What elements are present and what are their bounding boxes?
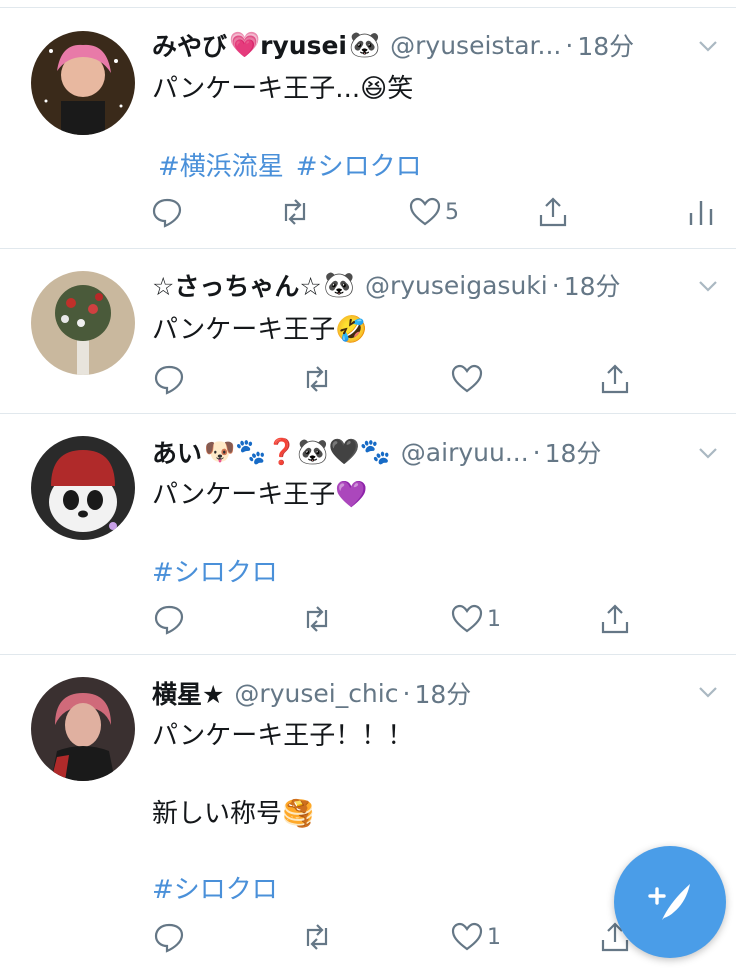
like-button[interactable]	[450, 359, 484, 399]
hashtag-link[interactable]: #シロクロ	[296, 152, 422, 182]
chevron-down-icon[interactable]	[696, 680, 720, 704]
chevron-down-icon[interactable]	[696, 441, 720, 465]
handle[interactable]: @airyuu...	[401, 438, 529, 467]
separator-dot: ·	[532, 437, 541, 467]
hashtag-row: #横浜流星 #シロクロ	[158, 146, 434, 183]
heart-icon	[451, 364, 483, 393]
avatar[interactable]	[31, 436, 135, 540]
retweet-icon	[306, 366, 328, 392]
tweet-header: ☆さっちゃん☆ 🐼 @ryuseigasuki · 18分	[152, 268, 716, 302]
action-bar: 5	[150, 192, 716, 232]
display-name[interactable]: ☆さっちゃん☆	[152, 268, 322, 302]
tweet-text: パンケーキ王子...😆笑	[152, 74, 414, 104]
retweet-icon	[284, 199, 306, 225]
handle[interactable]: @ryuseigasuki	[365, 271, 548, 300]
timestamp: 18分	[563, 272, 621, 301]
timestamp: 18分	[414, 680, 472, 709]
separator-dot: ·	[565, 30, 574, 60]
hashtag-row: #シロクロ	[152, 552, 290, 589]
hashtag-link[interactable]: #シロクロ	[152, 875, 278, 905]
share-button[interactable]	[598, 359, 632, 399]
reply-icon	[154, 605, 184, 635]
share-icon	[539, 197, 567, 227]
timestamp: 18分	[577, 32, 635, 61]
heart-icon	[451, 604, 483, 633]
share-icon	[601, 364, 629, 394]
like-count: 1	[487, 606, 501, 632]
avatar[interactable]	[31, 31, 135, 135]
chevron-down-icon[interactable]	[696, 34, 720, 58]
tweet-text: パンケーキ王子！！！	[152, 721, 414, 751]
tweet[interactable]: あい 🐶🐾❓🐼🖤🐾 @airyuu... · 18分 パンケーキ王子💜 #シロク…	[0, 414, 736, 655]
action-bar: 1	[150, 599, 716, 639]
separator-dot: ·	[402, 678, 411, 708]
heart-icon	[451, 922, 483, 951]
timestamp: 18分	[544, 439, 602, 468]
reply-icon	[152, 198, 182, 228]
reply-icon	[154, 365, 184, 395]
tweet-text-line2: 新しい称号🥞	[152, 799, 315, 829]
retweet-icon	[306, 606, 328, 632]
share-button[interactable]	[536, 192, 570, 232]
retweet-button[interactable]	[278, 192, 312, 232]
tweet-header: みやび 💗 ryusei 🐼 @ryuseistar... · 18分	[152, 28, 716, 62]
tweet-text: パンケーキ王子🤣	[152, 315, 368, 345]
handle[interactable]: @ryuseistar...	[390, 31, 561, 60]
retweet-button[interactable]	[300, 917, 334, 957]
handle[interactable]: @ryusei_chic	[234, 679, 398, 708]
share-button[interactable]	[598, 599, 632, 639]
tweet[interactable]: ☆さっちゃん☆ 🐼 @ryuseigasuki · 18分 パンケーキ王子🤣	[0, 249, 736, 414]
chevron-down-icon[interactable]	[696, 274, 720, 298]
display-name[interactable]: 横星★	[152, 676, 224, 710]
retweet-icon	[306, 924, 328, 950]
like-button[interactable]: 1	[450, 917, 501, 957]
like-count: 1	[487, 924, 501, 950]
hashtag-row: #シロクロ	[152, 869, 290, 906]
separator-dot: ·	[551, 270, 560, 300]
reply-icon	[154, 923, 184, 953]
retweet-button[interactable]	[300, 599, 334, 639]
name-emoji: 💗	[229, 30, 261, 59]
name-emoji: 🐶🐾❓🐼🖤🐾	[204, 437, 391, 466]
analytics-button[interactable]	[684, 192, 718, 232]
name-emoji: 🐼	[323, 270, 355, 299]
name-emoji: 🐼	[349, 30, 381, 59]
compose-tweet-icon	[648, 884, 690, 920]
heart-icon	[409, 197, 441, 226]
like-button[interactable]: 1	[450, 599, 501, 639]
tweet[interactable]: みやび 💗 ryusei 🐼 @ryuseistar... · 18分 パンケー…	[0, 0, 736, 249]
analytics-icon	[689, 201, 713, 225]
reply-button[interactable]	[152, 917, 186, 957]
share-icon	[601, 604, 629, 634]
display-name[interactable]: みやび	[152, 28, 227, 62]
tweet-header: 横星★ @ryusei_chic · 18分	[152, 676, 716, 710]
display-name[interactable]: あい	[152, 435, 202, 469]
like-count: 5	[445, 199, 459, 225]
display-name-suffix[interactable]: ryusei	[260, 31, 347, 60]
like-button[interactable]: 5	[408, 192, 459, 232]
retweet-button[interactable]	[300, 359, 334, 399]
avatar[interactable]	[31, 677, 135, 781]
compose-tweet-button[interactable]	[614, 846, 726, 958]
reply-button[interactable]	[152, 359, 186, 399]
avatar[interactable]	[31, 271, 135, 375]
hashtag-link[interactable]: #横浜流星	[158, 152, 284, 182]
reply-button[interactable]	[152, 599, 186, 639]
reply-button[interactable]	[150, 192, 184, 232]
hashtag-link[interactable]: #シロクロ	[152, 558, 278, 588]
tweet-header: あい 🐶🐾❓🐼🖤🐾 @airyuu... · 18分	[152, 435, 716, 469]
tweet-text: パンケーキ王子💜	[152, 480, 368, 510]
action-bar	[150, 359, 716, 399]
